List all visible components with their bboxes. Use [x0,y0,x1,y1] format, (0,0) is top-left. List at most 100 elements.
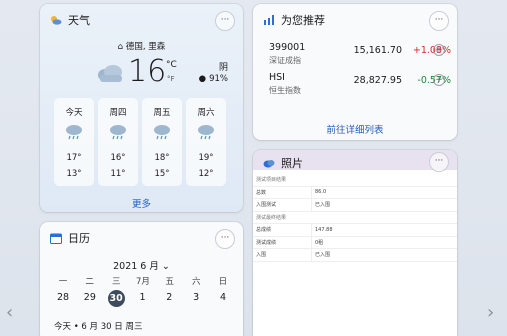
forecast-low: 13° [66,169,82,179]
table-cell: 测试成绩 [256,239,277,246]
forecast-low: 15° [154,169,170,179]
home-icon: ⌂ [117,42,124,52]
weather-condition: 阴 [218,63,228,73]
weather-more-button[interactable]: ··· [215,11,235,31]
weekday-label: 五 [165,277,174,287]
photos-widget[interactable]: 照片 ··· 测试项目结果 总数 86.0 入围测试 已入围 测试最终结果 总成绩 1… [253,150,457,336]
calendar-header: 日历 [50,230,90,246]
table-row: 测试成绩 0租 [253,236,457,249]
table-row: 入围 已入围 [253,249,457,262]
chart-icon [264,15,274,25]
humidity-value: 91% [209,74,228,84]
stock-price: 28,827.95 [353,75,402,86]
stock-change: -0.57% [417,75,451,86]
forecast-day[interactable]: 今天 17° 13° [54,98,94,186]
table-row: 入围测试 已入围 [253,199,457,212]
stock-code: HSI [269,72,285,83]
calendar-date[interactable]: 29 [79,290,101,307]
calendar-date[interactable]: 4 [212,290,234,307]
weekday-label: 一 [58,277,68,287]
reco-header: 为您推荐 [263,12,325,28]
calendar-date[interactable]: 28 [52,290,74,307]
weekday-label: 日 [218,277,228,287]
photos-icon [263,160,275,168]
reco-title: 为您推荐 [281,14,325,27]
calendar-icon [50,233,62,244]
scroll-right-arrow[interactable]: › [487,302,494,323]
drop-icon: ● [198,74,207,84]
chevron-down-icon: ⌄ [161,261,170,272]
calendar-more-button[interactable]: ··· [215,229,235,249]
weekday-label: 三 [112,277,121,287]
reco-more-button[interactable]: ··· [429,11,449,31]
photo-document-table: 测试项目结果 总数 86.0 入围测试 已入围 测试最终结果 总成绩 147.88 测… [253,174,457,262]
weekday-label: 二 [85,277,94,287]
forecast-list: 今天 17° 13° 周四 16° 11° 周五 18° 15° 周六 19° … [54,98,226,186]
calendar-widget[interactable]: 日历 ··· 2021 6 月 ⌄ 一 二 三 7月 五 六 日 28 29 3… [40,222,243,336]
forecast-low: 11° [110,169,126,179]
today-summary: 今天 • 6 月 30 日 周三 [54,322,143,332]
photos-header: 照片 [263,155,303,171]
unit-fahrenheit-toggle[interactable]: °F [167,75,175,83]
detail-list-link[interactable]: 前往详细列表 [253,122,457,136]
calendar-title: 日历 [68,232,90,245]
weekday-label: 六 [192,277,201,287]
table-cell: 入围测试 [256,202,277,209]
forecast-day-name: 周六 [197,108,215,118]
unit-celsius-toggle[interactable]: °C [166,60,177,70]
month-selector[interactable]: 2021 6 月 ⌄ [40,258,243,272]
add-stock-button[interactable]: + [433,44,445,56]
weather-icon [51,16,62,25]
weather-location[interactable]: ⌂ 德国, 里森 [40,40,243,52]
weather-title: 天气 [68,14,90,27]
table-row: 测试项目结果 [253,174,457,187]
recommendations-widget[interactable]: 为您推荐 ··· 399001 深证成指 15,161.70 +1.08% + … [253,4,457,140]
forecast-high: 16° [110,153,126,163]
rain-cloud-icon [198,125,214,140]
table-cell: 147.88 [311,224,457,236]
stock-name: 深证成指 [269,56,301,65]
forecast-day-name: 周五 [153,108,171,118]
table-cell: 86.0 [311,186,457,198]
forecast-day-name: 今天 [65,108,83,118]
table-cell: 入围 [256,252,267,259]
photos-title: 照片 [281,157,303,170]
table-cell: 测试最终结果 [256,214,287,221]
humidity: ● 91% [199,74,228,84]
stock-price: 15,161.70 [353,45,402,56]
forecast-day[interactable]: 周五 18° 15° [142,98,182,186]
forecast-day[interactable]: 周四 16° 11° [98,98,138,186]
table-row: 总成绩 147.88 [253,224,457,237]
calendar-date[interactable]: 3 [185,290,207,307]
weather-header: 天气 [50,12,90,28]
weekday-label: 7月 [136,277,150,287]
current-temperature: 16 [128,54,167,89]
location-label: 德国, 里森 [125,42,166,52]
forecast-day[interactable]: 周六 19° 12° [186,98,226,186]
table-cell: 0租 [311,236,457,248]
table-cell: 已入围 [311,199,457,211]
forecast-high: 19° [198,153,214,163]
month-label: 2021 6 月 [113,261,159,272]
rain-cloud-icon [154,125,170,140]
rain-cloud-icon [110,125,126,140]
weather-more-link[interactable]: 更多 [40,196,243,210]
calendar-date[interactable]: 1 [131,290,153,307]
calendar-date-today[interactable]: 30 [107,290,125,307]
scroll-left-arrow[interactable]: ‹ [6,302,13,323]
stock-change: +1.08% [412,45,451,56]
calendar-date[interactable]: 2 [158,290,180,307]
add-stock-button[interactable]: + [433,74,445,86]
forecast-high: 18° [154,153,170,163]
weekday-row: 一 二 三 7月 五 六 日 [52,274,234,290]
forecast-low: 12° [198,169,214,179]
cloud-icon [98,65,122,82]
table-cell: 测试项目结果 [256,177,287,184]
weather-widget[interactable]: 天气 ··· ⌂ 德国, 里森 16 °C °F 阴 ● 91% 今天 17° … [40,4,243,212]
photos-more-button[interactable]: ··· [429,152,449,172]
forecast-high: 17° [66,153,82,163]
table-cell: 总成绩 [256,227,272,234]
date-row: 28 29 30 1 2 3 4 [52,290,234,307]
table-row: 测试最终结果 [253,212,457,224]
rain-cloud-icon [66,125,82,140]
